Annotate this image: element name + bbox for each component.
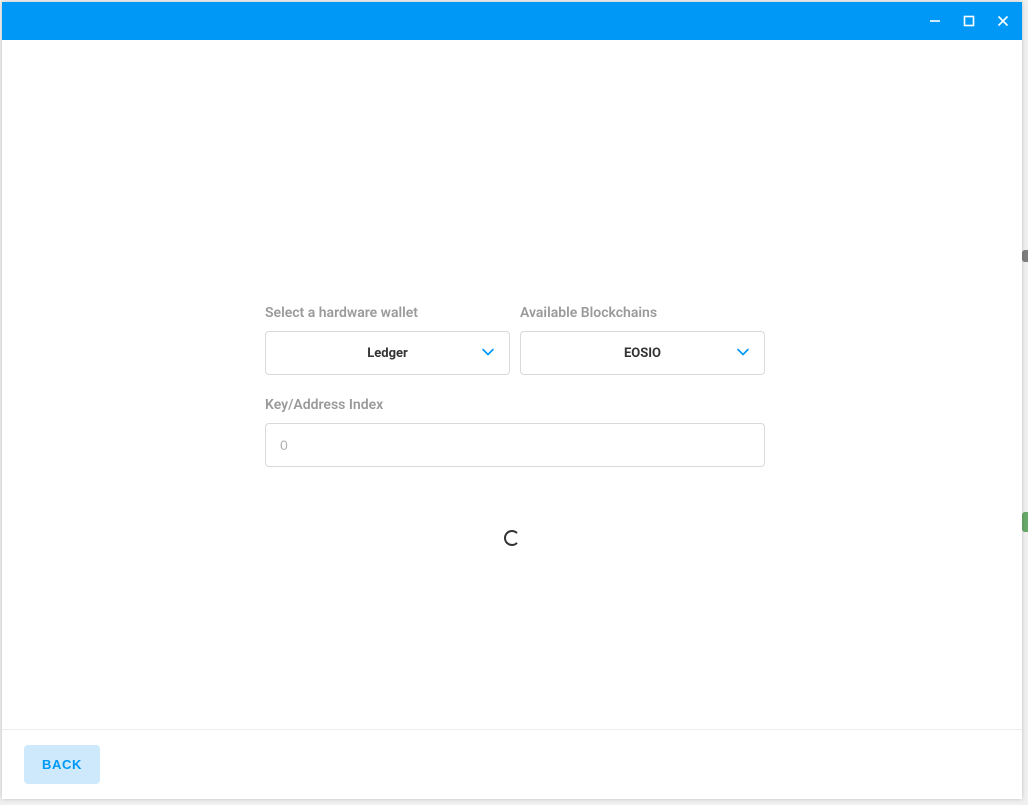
hardware-wallet-label: Select a hardware wallet — [265, 305, 510, 321]
titlebar — [2, 2, 1022, 40]
app-window: Select a hardware wallet Ledger Availabl… — [2, 2, 1022, 799]
minimize-icon — [929, 15, 941, 27]
background-edge-hint — [1022, 512, 1028, 532]
loading-area — [504, 530, 520, 546]
hardware-wallet-field: Select a hardware wallet Ledger — [265, 305, 510, 375]
blockchain-field: Available Blockchains EOSIO — [520, 305, 765, 375]
close-button[interactable] — [992, 10, 1014, 32]
blockchain-selected-value: EOSIO — [521, 346, 764, 361]
key-index-input[interactable] — [265, 423, 765, 467]
hardware-wallet-form: Select a hardware wallet Ledger Availabl… — [265, 305, 765, 467]
key-index-field: Key/Address Index — [265, 397, 765, 467]
close-icon — [997, 15, 1009, 27]
key-index-label: Key/Address Index — [265, 397, 765, 413]
chevron-down-icon — [736, 344, 750, 363]
content-area: Select a hardware wallet Ledger Availabl… — [2, 40, 1022, 729]
loading-spinner-icon — [504, 530, 520, 546]
hardware-wallet-select[interactable]: Ledger — [265, 331, 510, 375]
back-button[interactable]: BACK — [24, 745, 100, 784]
maximize-icon — [963, 15, 975, 27]
maximize-button[interactable] — [958, 10, 980, 32]
background-edge-hint — [1022, 250, 1028, 262]
minimize-button[interactable] — [924, 10, 946, 32]
select-row: Select a hardware wallet Ledger Availabl… — [265, 305, 765, 375]
blockchain-label: Available Blockchains — [520, 305, 765, 321]
blockchain-select[interactable]: EOSIO — [520, 331, 765, 375]
chevron-down-icon — [481, 344, 495, 363]
hardware-wallet-selected-value: Ledger — [266, 346, 509, 361]
footer: BACK — [2, 729, 1022, 799]
